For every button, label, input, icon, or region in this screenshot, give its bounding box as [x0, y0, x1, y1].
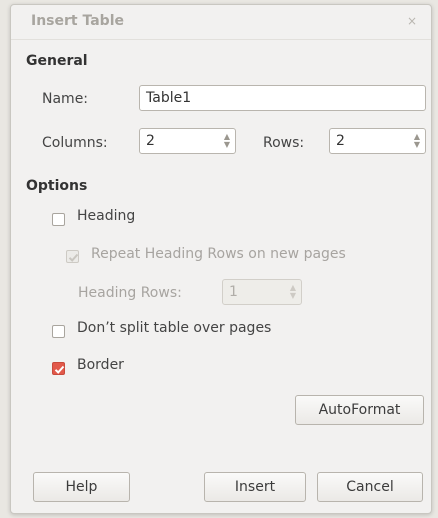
dialog-title: Insert Table — [31, 13, 124, 29]
cancel-button[interactable]: Cancel — [317, 472, 423, 502]
spin-down-icon[interactable]: ▼ — [290, 292, 296, 300]
name-label: Name: — [42, 91, 89, 107]
checkmark-icon — [54, 365, 65, 374]
close-icon[interactable]: × — [407, 14, 417, 28]
heading-checkbox-label[interactable]: Heading — [77, 208, 135, 224]
columns-value: 2 — [146, 133, 155, 149]
autoformat-button[interactable]: AutoFormat — [295, 395, 424, 425]
rows-value: 2 — [336, 133, 345, 149]
repeat-heading-checkbox[interactable] — [66, 250, 79, 263]
heading-rows-spinbox[interactable]: 1 ▲ ▼ — [222, 279, 302, 305]
heading-rows-value: 1 — [229, 284, 238, 300]
name-value: Table1 — [146, 90, 192, 106]
checkmark-icon — [68, 253, 79, 262]
title-bar: Insert Table × — [11, 5, 431, 40]
columns-spinbox[interactable]: 2 ▲ ▼ — [139, 128, 236, 154]
dont-split-checkbox[interactable] — [52, 325, 65, 338]
rows-spin-buttons[interactable]: ▲ ▼ — [409, 129, 425, 153]
insert-table-dialog: Insert Table × General Name: Table1 Colu… — [10, 4, 432, 514]
spin-down-icon[interactable]: ▼ — [414, 141, 420, 149]
repeat-heading-label[interactable]: Repeat Heading Rows on new pages — [91, 246, 346, 262]
border-label[interactable]: Border — [77, 357, 124, 373]
columns-spin-buttons[interactable]: ▲ ▼ — [219, 129, 235, 153]
border-checkbox[interactable] — [52, 362, 65, 375]
spin-down-icon[interactable]: ▼ — [224, 141, 230, 149]
help-button[interactable]: Help — [33, 472, 130, 502]
general-heading: General — [26, 53, 88, 69]
columns-label: Columns: — [42, 135, 108, 151]
heading-rows-spin-buttons[interactable]: ▲ ▼ — [285, 280, 301, 304]
heading-checkbox[interactable] — [52, 213, 65, 226]
name-field[interactable]: Table1 — [139, 85, 426, 111]
dont-split-label[interactable]: Don’t split table over pages — [77, 320, 271, 336]
rows-label: Rows: — [263, 135, 305, 151]
options-heading: Options — [26, 178, 88, 194]
insert-button[interactable]: Insert — [204, 472, 306, 502]
heading-rows-label: Heading Rows: — [78, 285, 182, 301]
rows-spinbox[interactable]: 2 ▲ ▼ — [329, 128, 426, 154]
